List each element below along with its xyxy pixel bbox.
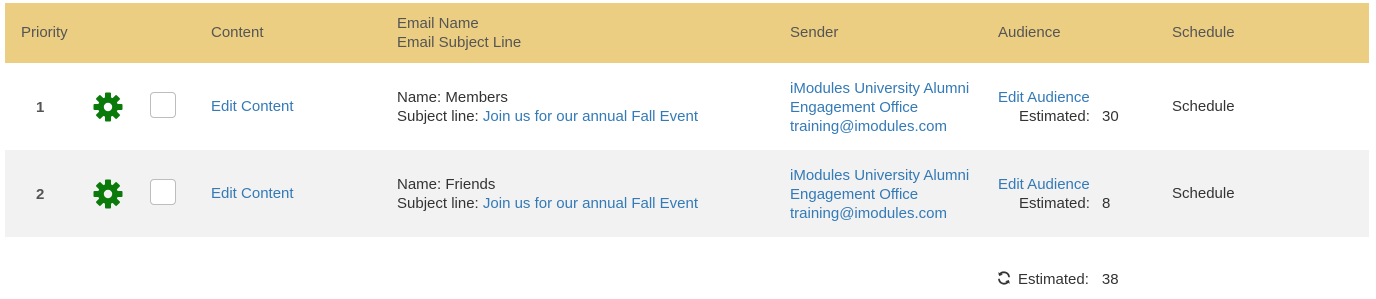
subject-label: Subject line: bbox=[397, 195, 479, 212]
table-row: 2 Edit Content Name: Friends Subject lin… bbox=[5, 150, 1369, 237]
header-audience: Audience bbox=[998, 24, 1061, 41]
row-priority: 2 bbox=[36, 186, 45, 203]
row-priority: 1 bbox=[36, 99, 45, 116]
row-checkbox[interactable] bbox=[150, 179, 176, 205]
header-sender: Sender bbox=[790, 24, 839, 41]
table-row: 1 Edit Content Name: Members Subject lin… bbox=[5, 63, 1369, 150]
estimated-value: 30 bbox=[1102, 108, 1119, 125]
edit-content-link[interactable]: Edit Content bbox=[211, 185, 294, 202]
sender-name-line1[interactable]: iModules University Alumni bbox=[790, 79, 969, 98]
sender-email[interactable]: training@imodules.com bbox=[790, 204, 947, 223]
header-email-name: Email Name bbox=[397, 15, 479, 32]
name-value: Friends bbox=[445, 176, 496, 193]
total-estimated-label: Estimated: bbox=[1018, 271, 1089, 288]
subject-link[interactable]: Join us for our annual Fall Event bbox=[483, 195, 698, 212]
table-header: Priority Content Email Name Email Subjec… bbox=[5, 3, 1369, 63]
name-label: Name: bbox=[397, 176, 442, 193]
email-table: Priority Content Email Name Email Subjec… bbox=[5, 3, 1369, 237]
sender-name-line2[interactable]: Engagement Office bbox=[790, 98, 918, 117]
total-estimated-value: 38 bbox=[1101, 271, 1119, 288]
email-name: Name: Friends bbox=[397, 175, 495, 194]
edit-audience-link[interactable]: Edit Audience bbox=[998, 88, 1090, 107]
edit-content-link[interactable]: Edit Content bbox=[211, 98, 294, 115]
email-subject: Subject line: Join us for our annual Fal… bbox=[397, 107, 698, 126]
subject-link[interactable]: Join us for our annual Fall Event bbox=[483, 108, 698, 125]
audience-estimate: Estimated: 8 bbox=[1019, 194, 1110, 213]
header-email-subject: Email Subject Line bbox=[397, 34, 522, 51]
refresh-icon[interactable] bbox=[996, 270, 1012, 286]
audience-estimate: Estimated: 30 bbox=[1019, 107, 1119, 126]
subject-label: Subject line: bbox=[397, 108, 479, 125]
estimated-label: Estimated: bbox=[1019, 195, 1090, 212]
sender-name-line2[interactable]: Engagement Office bbox=[790, 185, 918, 204]
edit-audience-link[interactable]: Edit Audience bbox=[998, 175, 1090, 194]
header-priority: Priority bbox=[21, 24, 68, 41]
row-checkbox[interactable] bbox=[150, 92, 176, 118]
name-value: Members bbox=[445, 89, 508, 106]
name-label: Name: bbox=[397, 89, 442, 106]
schedule-text: Schedule bbox=[1172, 98, 1235, 115]
estimated-value: 8 bbox=[1102, 195, 1111, 212]
header-schedule: Schedule bbox=[1172, 24, 1235, 41]
email-subject: Subject line: Join us for our annual Fal… bbox=[397, 194, 698, 213]
sender-name-line1[interactable]: iModules University Alumni bbox=[790, 166, 969, 185]
schedule-text: Schedule bbox=[1172, 185, 1235, 202]
gear-icon[interactable] bbox=[92, 91, 124, 123]
header-content: Content bbox=[211, 24, 264, 41]
total-estimate: Estimated: 38 bbox=[996, 270, 1119, 289]
email-name: Name: Members bbox=[397, 88, 508, 107]
sender-email[interactable]: training@imodules.com bbox=[790, 117, 947, 136]
gear-icon[interactable] bbox=[92, 178, 124, 210]
estimated-label: Estimated: bbox=[1019, 108, 1090, 125]
